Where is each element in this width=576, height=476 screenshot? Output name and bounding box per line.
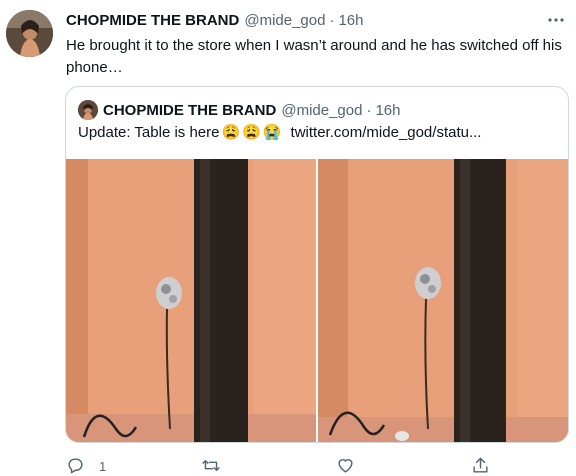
reply-icon[interactable] [66,456,85,475]
share-button[interactable] [471,456,490,475]
retweet-button[interactable] [201,456,221,475]
quoted-tweet-time: 16h [375,101,401,119]
weary-face-emoji: 😩 [242,124,261,141]
tweet[interactable]: CHOPMIDE THE BRAND @mide_god · 16h He br… [0,0,576,474]
tweet-time[interactable]: 16h [338,12,363,29]
share-icon[interactable] [471,456,490,475]
crying-face-emoji: 😭 [262,124,282,141]
quoted-tweet-header: CHOPMIDE THE BRAND @mide_god · 16h [78,99,400,121]
tweet-header: CHOPMIDE THE BRAND @mide_god · 16h [66,10,363,30]
author-name[interactable]: CHOPMIDE THE BRAND [66,12,239,29]
retweet-icon[interactable] [201,456,221,475]
quoted-author-avatar [78,100,98,120]
reply-count: 1 [99,459,107,474]
author-avatar[interactable] [6,10,53,57]
media-photo-left[interactable] [66,159,316,442]
action-bar: 1 [66,456,506,476]
quoted-tweet[interactable]: CHOPMIDE THE BRAND @mide_god · 16h Updat… [65,86,569,443]
more-options-icon[interactable] [544,8,568,32]
quoted-author-handle: @mide_god [281,101,363,119]
tweet-text: He brought it to the store when I wasn’t… [66,37,562,76]
separator-dot: · [329,11,335,29]
quoted-tweet-text-row: Update: Table is here 😩 😩 😭 twitter.com/… [78,123,481,143]
like-button[interactable] [336,456,355,475]
quoted-media[interactable] [66,159,568,442]
quoted-tweet-text: Update: Table is here [78,124,220,141]
author-handle[interactable]: @mide_god [244,12,325,29]
reply-button[interactable]: 1 [66,456,106,475]
quoted-author-name: CHOPMIDE THE BRAND [103,101,277,119]
media-photo-right[interactable] [318,159,568,442]
like-icon[interactable] [336,456,355,475]
quoted-tweet-link[interactable]: twitter.com/mide_god/statu... [291,123,482,143]
weary-face-emoji: 😩 [221,124,241,141]
quoted-separator-dot: · [366,101,372,119]
